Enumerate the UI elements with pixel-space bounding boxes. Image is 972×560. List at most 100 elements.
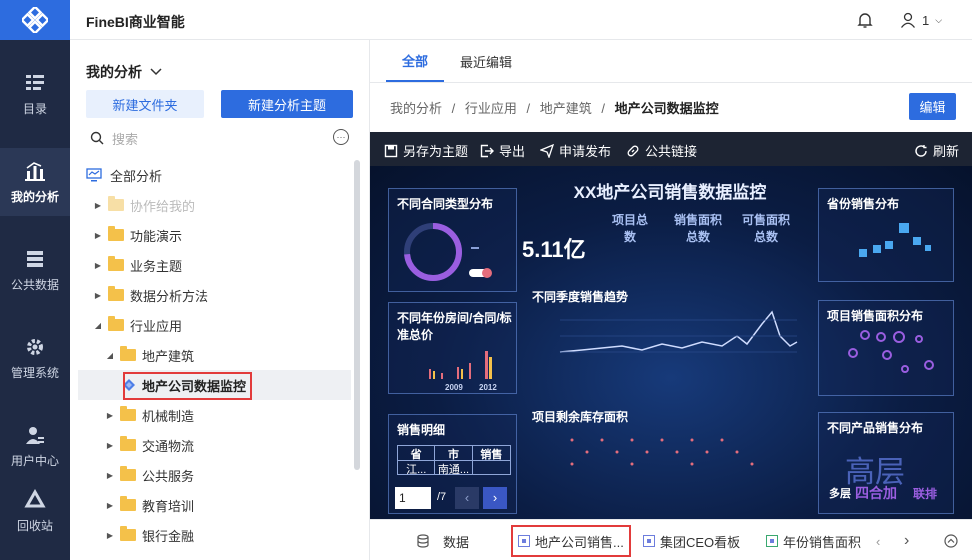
- dashboard-toolbar: 另存为主题 导出 申请发布 公共链接 刷新: [370, 132, 972, 166]
- bell-icon[interactable]: [857, 11, 873, 29]
- divider: [370, 82, 972, 83]
- dashboard-canvas: XX地产公司销售数据监控 不同合同类型分布 5.11亿 项目总数 销售面积总数 …: [370, 166, 972, 519]
- tool-label: 刷新: [933, 144, 960, 159]
- tool-label: 另存为主题: [403, 144, 469, 159]
- chevron-down-icon: ⌵: [935, 14, 943, 25]
- nav-management[interactable]: 管理系统: [0, 324, 70, 392]
- user-menu[interactable]: 1 ⌵: [900, 10, 942, 30]
- tree-item-label: 机械制造: [142, 408, 195, 424]
- tree-item-education[interactable]: ▶ 教育培训: [78, 490, 351, 520]
- user-icon: [26, 426, 44, 444]
- tree-item-public-service[interactable]: ▶ 公共服务: [78, 460, 351, 490]
- folder-icon: [108, 196, 124, 211]
- word-cloud-word: 多层: [829, 488, 851, 500]
- nav-label: 目录: [22, 101, 47, 116]
- next-page-button[interactable]: ›: [483, 487, 507, 509]
- contract-ring-chart: [404, 223, 492, 281]
- panel-title: 项目销售面积分布: [827, 309, 924, 323]
- new-folder-button[interactable]: 新建文件夹: [86, 90, 204, 118]
- kpi-big-number: 5.11亿: [522, 237, 586, 262]
- tab-recent[interactable]: 最近编辑: [444, 40, 528, 82]
- folder-icon: [120, 526, 136, 541]
- user-name: 1: [922, 12, 930, 28]
- tree-item-industry[interactable]: ◢ 行业应用: [78, 310, 351, 340]
- tree-item-banking[interactable]: ▶ 银行金融: [78, 520, 351, 550]
- page-input[interactable]: 1: [395, 487, 431, 509]
- export-button[interactable]: 导出: [480, 141, 525, 160]
- tree-item-real-estate[interactable]: ◢ 地产建筑: [78, 340, 351, 370]
- tree-item-label: 银行金融: [142, 528, 195, 544]
- database-icon: [27, 250, 43, 267]
- panel-title: 我的分析: [86, 64, 142, 80]
- tree-item-label: 业务主题: [130, 258, 183, 274]
- nav-public-data[interactable]: 公共数据: [0, 236, 70, 304]
- save-as-topic-button[interactable]: 另存为主题: [384, 141, 468, 160]
- nav-recycle-bin[interactable]: 回收站: [0, 476, 70, 546]
- tool-label: 公共链接: [645, 144, 698, 159]
- tree-item-feature-demo[interactable]: ▶ 功能演示: [78, 220, 351, 250]
- breadcrumb-item[interactable]: 我的分析: [390, 101, 442, 116]
- public-link-button[interactable]: 公共链接: [626, 141, 697, 160]
- analysis-tree: 全部分析 ▶ 协作给我的 ▶ 功能演示 ▶ 业务主题 ▶ 数据分析方法 ◢ 行业…: [70, 160, 370, 560]
- breadcrumb-item[interactable]: 行业应用: [465, 101, 517, 116]
- scroll-left-button[interactable]: ‹: [876, 529, 880, 553]
- tab-all[interactable]: 全部: [386, 40, 445, 82]
- search-box[interactable]: 搜索: [90, 128, 330, 148]
- tab-label: 年份销售面积: [783, 534, 862, 550]
- collapse-button[interactable]: [944, 529, 958, 553]
- caret-right-icon: ▶: [106, 530, 114, 540]
- scroll-right-button[interactable]: ›: [904, 529, 909, 553]
- folder-icon: [108, 256, 124, 271]
- apply-publish-button[interactable]: 申请发布: [540, 141, 611, 160]
- table-header: 市: [435, 446, 473, 461]
- refresh-button[interactable]: 刷新: [914, 141, 959, 160]
- caret-right-icon: ▶: [94, 260, 102, 270]
- chart-icon: [766, 535, 778, 547]
- tree-item-label: 协作给我的: [130, 198, 196, 214]
- panel-yearly: 不同年份房间/合同/标准总价 2009 2012: [388, 302, 517, 394]
- new-topic-button[interactable]: 新建分析主题: [221, 90, 353, 118]
- tree-item-logistics[interactable]: ▶ 交通物流: [78, 430, 351, 460]
- caret-right-icon: ▶: [106, 500, 114, 510]
- page-total: /7: [437, 491, 447, 503]
- tree-item-label: 公共服务: [142, 468, 195, 484]
- sheet-tab-ceo[interactable]: 集团CEO看板: [643, 529, 740, 553]
- caret-down-icon: ◢: [106, 350, 114, 360]
- table-cell: 南通...: [435, 461, 473, 476]
- my-analysis-dropdown[interactable]: 我的分析: [86, 62, 162, 82]
- yearly-bar-chart: [429, 351, 492, 379]
- tree-item-methods[interactable]: ▶ 数据分析方法: [78, 280, 351, 310]
- inventory-dot-chart: [570, 438, 754, 466]
- tree-item-label: 全部分析: [110, 168, 163, 184]
- panel-title: 不同产品销售分布: [827, 421, 924, 435]
- quarter-trend-line-chart: [559, 310, 798, 353]
- search-input[interactable]: 搜索: [112, 129, 138, 148]
- panel-title: 不同合同类型分布: [397, 197, 494, 211]
- nav-catalog[interactable]: 目录: [0, 60, 70, 128]
- folder-icon: [120, 466, 136, 481]
- breadcrumb-current: 地产公司数据监控: [614, 101, 719, 116]
- sheet-tab-yearly[interactable]: 年份销售面积: [766, 529, 861, 553]
- axis-label: 2012: [479, 383, 497, 392]
- tree-scrollbar[interactable]: [354, 160, 360, 470]
- panel-title: 销售明细: [397, 423, 446, 437]
- kpi-sellable-area: 可售面积总数: [741, 213, 790, 244]
- tree-item-shared[interactable]: ▶ 协作给我的: [78, 190, 351, 220]
- prev-page-button[interactable]: ‹: [455, 487, 479, 509]
- nav-my-analysis[interactable]: 我的分析: [0, 148, 70, 216]
- app-title: FineBI商业智能: [86, 14, 185, 30]
- bottom-bar: 数据 地产公司销售... 集团CEO看板 年份销售面积 ‹ ›: [370, 519, 972, 560]
- more-options-button[interactable]: ···: [333, 129, 349, 145]
- folder-icon: [108, 316, 124, 331]
- logo[interactable]: [0, 0, 70, 40]
- tree-item-business-topic[interactable]: ▶ 业务主题: [78, 250, 351, 280]
- data-tab[interactable]: 数据: [416, 529, 469, 553]
- tree-item-machinery[interactable]: ▶ 机械制造: [78, 400, 351, 430]
- nav-user-center[interactable]: 用户中心: [0, 412, 70, 480]
- folder-icon: [120, 436, 136, 451]
- tree-item-all[interactable]: 全部分析: [78, 160, 351, 190]
- kpi-project-total: 项目总数: [611, 213, 648, 244]
- breadcrumb-item[interactable]: 地产建筑: [540, 101, 592, 116]
- edit-button[interactable]: 编辑: [909, 93, 956, 120]
- highlight-box: [511, 525, 631, 557]
